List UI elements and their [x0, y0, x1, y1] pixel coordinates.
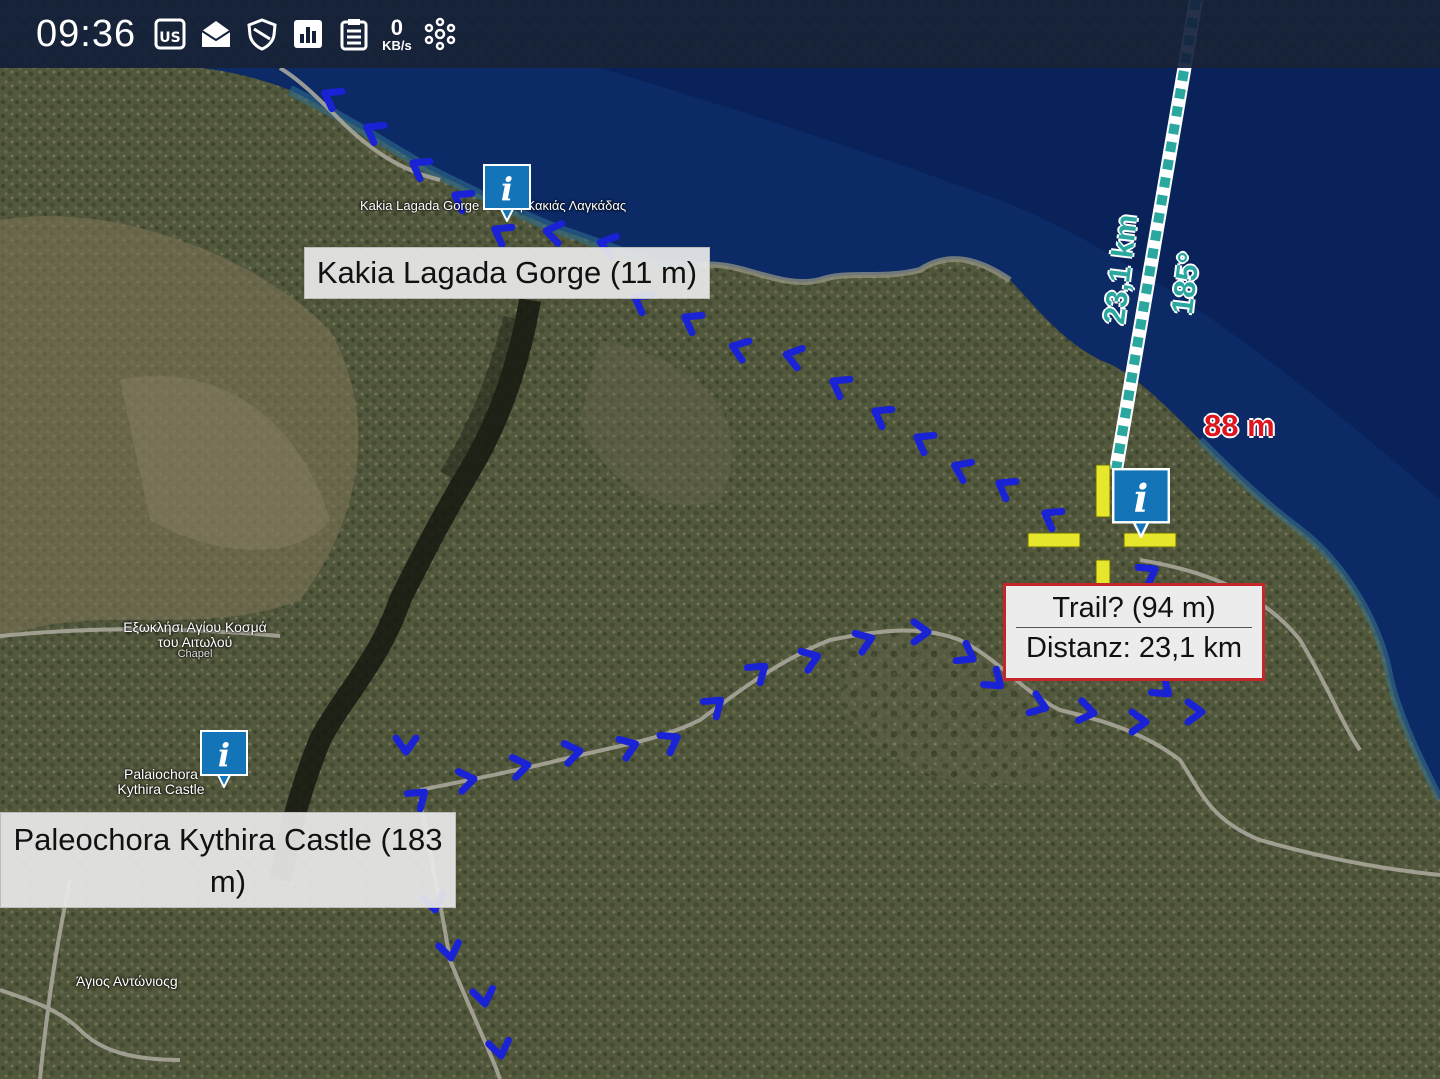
popup-trail-label: Trail? (94 m)	[1016, 586, 1252, 628]
clipboard-icon	[336, 16, 372, 52]
svg-text:i: i	[501, 170, 513, 208]
info-pin-paleochora[interactable]: i	[200, 730, 248, 788]
popup-distance-label: Distanz: 23,1 km	[1026, 632, 1242, 664]
status-time: 09:36	[36, 12, 137, 55]
chapel-type: Chapel	[177, 648, 213, 661]
status-bar: 09:36 US 0 KB/s	[0, 0, 1440, 68]
waypoint-label-paleochora[interactable]: Paleochora Kythira Castle (183 m)	[0, 812, 456, 908]
chart-icon	[290, 16, 326, 52]
svg-text:US: US	[159, 30, 180, 46]
net-speed-value: 0	[390, 14, 404, 40]
map-place-chapel: Εξωκλήσι Αγίου Κοσμά του Αιτωλού Chapel	[120, 620, 270, 661]
info-pin-kakia[interactable]: i	[483, 164, 531, 222]
svg-text:i: i	[1134, 476, 1149, 521]
waypoint-label-kakia[interactable]: Kakia Lagada Gorge (11 m)	[304, 247, 710, 299]
molecule-icon	[422, 16, 458, 52]
target-popup[interactable]: Trail? (94 m) Distanz: 23,1 km	[1003, 583, 1265, 681]
satellite-map[interactable]	[0, 0, 1440, 1079]
svg-text:i: i	[218, 736, 230, 774]
net-speed-unit: KB/s	[382, 37, 412, 53]
info-pin-trail[interactable]: i	[1112, 468, 1170, 538]
network-speed: 0 KB/s	[382, 14, 412, 53]
altitude-label: 88 m	[1204, 408, 1275, 443]
map-place-paleochora: Palaiochora Kythira Castle	[117, 766, 205, 797]
map-place-antonios: Άγιος Αντώνιοςg	[76, 973, 178, 989]
shield-icon	[244, 16, 280, 52]
chapel-name: Εξωκλήσι Αγίου Κοσμά του Αιτωλού	[123, 619, 267, 650]
mail-icon	[198, 16, 234, 52]
photo-icon: US	[152, 16, 188, 52]
